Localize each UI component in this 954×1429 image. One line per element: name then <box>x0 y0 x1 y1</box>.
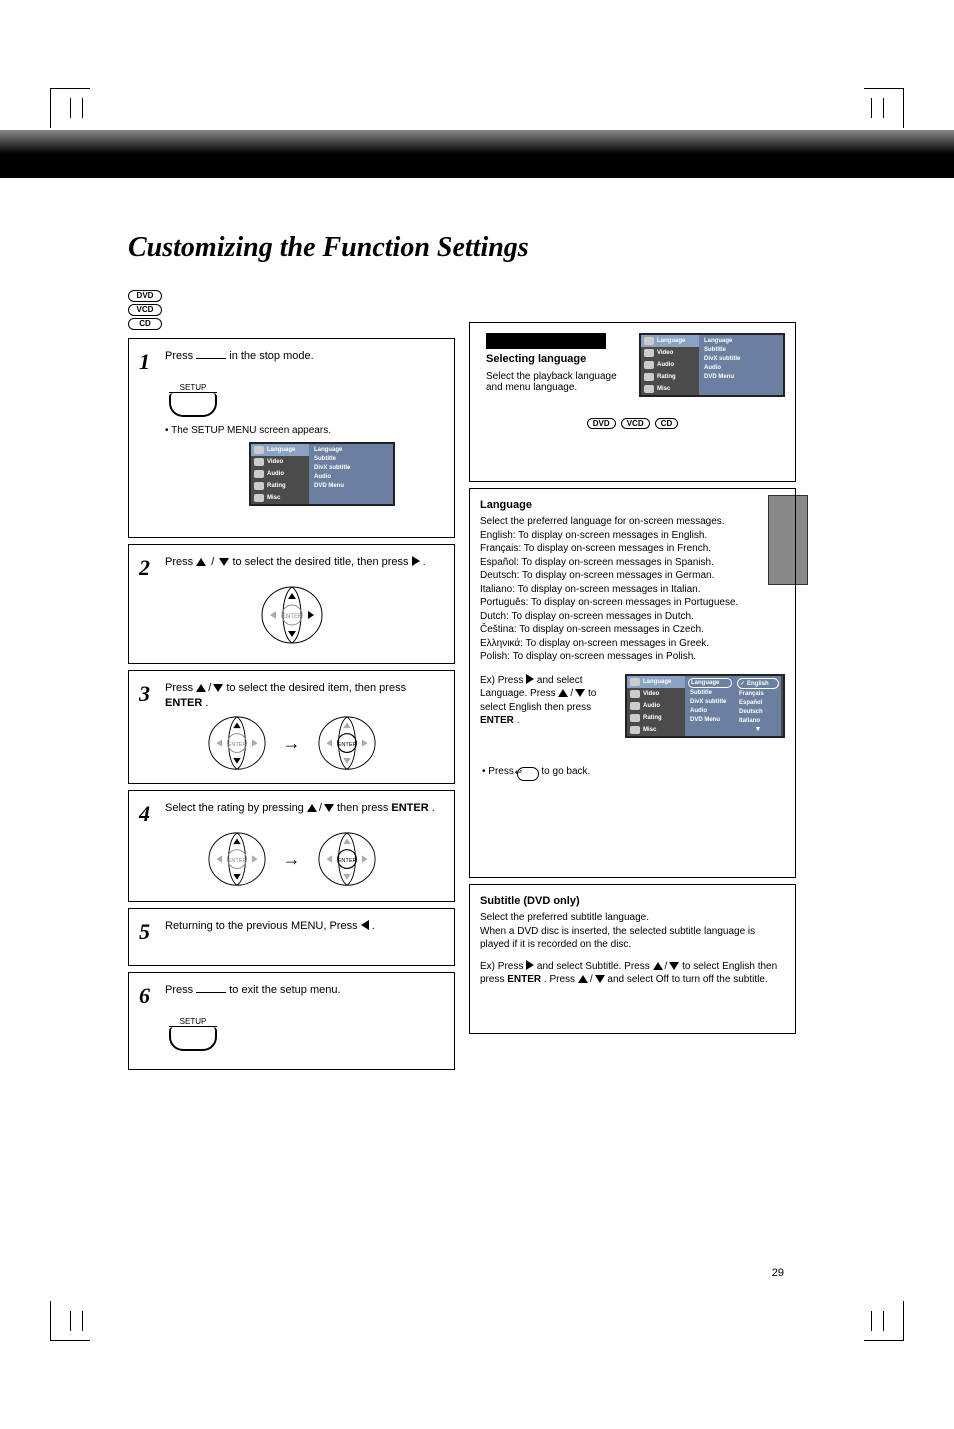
step-number: 4 <box>139 801 157 827</box>
setup-button-icon: SETUP <box>169 1017 217 1051</box>
rating-icon <box>644 373 654 381</box>
badge-vcd: VCD <box>128 304 162 316</box>
language-details-panel: Language Select the preferred language f… <box>469 488 796 878</box>
audio-icon <box>630 702 640 710</box>
language-icon <box>254 446 264 454</box>
selecting-language-intro: Select the playback language and menu la… <box>486 371 631 393</box>
setup-menu-preview: Language Video Audio Rating Misc Languag… <box>639 333 785 397</box>
right-arrow-icon <box>526 674 534 684</box>
subtitle-heading: Subtitle (DVD only) <box>480 895 785 907</box>
setup-menu-preview: Language Video Audio Rating Misc Languag… <box>249 442 395 506</box>
nav-pad-enter-icon: ENTER <box>317 831 377 889</box>
svg-text:ENTER: ENTER <box>337 742 356 748</box>
step-number: 6 <box>139 983 157 1009</box>
language-select-preview: Language Video Audio Rating Misc Languag… <box>625 674 785 738</box>
down-arrow-icon <box>669 962 679 970</box>
up-arrow-icon <box>558 689 568 697</box>
down-arrow-icon <box>324 804 334 812</box>
up-arrow-icon <box>653 962 663 970</box>
scroll-down-icon: ▼ <box>737 726 779 733</box>
blank-field <box>196 358 226 359</box>
step-number: 3 <box>139 681 157 707</box>
header-banner <box>0 130 954 178</box>
page-title: Customizing the Function Settings <box>128 232 529 264</box>
audio-icon <box>644 361 654 369</box>
step-3-panel: 3 Press / to select the desired item, th… <box>128 670 455 784</box>
step1-text-b: in the stop mode. <box>229 350 313 362</box>
then-arrow-icon: → <box>283 733 301 754</box>
subtitle-body: Select the preferred subtitle language. … <box>480 911 785 952</box>
selecting-language-heading: Selecting language <box>486 353 631 365</box>
up-arrow-icon <box>196 558 206 566</box>
step-number: 1 <box>139 349 157 375</box>
step-6-panel: 6 Press to exit the setup menu. SETUP <box>128 972 455 1070</box>
up-arrow-icon <box>307 804 317 812</box>
rating-icon <box>630 714 640 722</box>
video-icon <box>254 458 264 466</box>
svg-text:ENTER: ENTER <box>282 614 303 620</box>
right-arrow-icon <box>412 556 420 566</box>
then-arrow-icon: → <box>283 849 301 870</box>
step-4-panel: 4 Select the rating by pressing / then p… <box>128 790 455 902</box>
misc-icon <box>630 726 640 734</box>
step-number: 2 <box>139 555 157 581</box>
audio-icon <box>254 470 264 478</box>
setup-button-icon: SETUP <box>169 383 217 417</box>
language-block-body: Select the preferred language for on-scr… <box>480 515 785 664</box>
misc-icon <box>254 494 264 502</box>
nav-pad-updown-icon: ENTER <box>207 715 267 773</box>
language-icon <box>644 337 654 345</box>
section-header-bar <box>486 333 606 349</box>
language-icon <box>630 678 640 686</box>
badge-cd: CD <box>128 318 162 330</box>
up-arrow-icon <box>578 975 588 983</box>
step1-text-a: Press <box>165 350 196 362</box>
misc-icon <box>644 385 654 393</box>
step-2-panel: 2 Press / to select the desired title, t… <box>128 544 455 664</box>
subtitle-panel: Subtitle (DVD only) Select the preferred… <box>469 884 796 1034</box>
return-icon <box>517 767 539 781</box>
svg-text:ENTER: ENTER <box>227 858 246 864</box>
svg-text:ENTER: ENTER <box>337 858 356 864</box>
video-icon <box>644 349 654 357</box>
badge-dvd: DVD <box>128 290 162 302</box>
nav-pad-updown-icon: ENTER <box>207 831 267 889</box>
step-5-panel: 5 Returning to the previous MENU, Press … <box>128 908 455 966</box>
video-icon <box>630 690 640 698</box>
up-arrow-icon <box>196 684 206 692</box>
page-number: 29 <box>772 1267 784 1279</box>
disc-badges: DVD VCD CD <box>128 290 455 330</box>
language-block-heading: Language <box>480 499 785 511</box>
rating-icon <box>254 482 264 490</box>
right-header-panel: Selecting language Select the playback l… <box>469 322 796 482</box>
down-arrow-icon <box>575 689 585 697</box>
step-1-panel: 1 Press in the stop mode. SETUP • The SE… <box>128 338 455 538</box>
svg-text:ENTER: ENTER <box>227 742 246 748</box>
down-arrow-icon <box>595 975 605 983</box>
blank-field <box>196 992 226 993</box>
left-arrow-icon <box>361 920 369 930</box>
step-number: 5 <box>139 919 157 945</box>
right-arrow-icon <box>526 960 534 970</box>
down-arrow-icon <box>213 684 223 692</box>
disc-strip: DVD VCD CD <box>480 417 785 429</box>
nav-pad-enter-icon: ENTER <box>317 715 377 773</box>
step1-note: • The SETUP MENU screen appears. <box>165 425 444 436</box>
down-arrow-icon <box>219 558 229 566</box>
nav-pad-icon: ENTER <box>260 585 324 647</box>
